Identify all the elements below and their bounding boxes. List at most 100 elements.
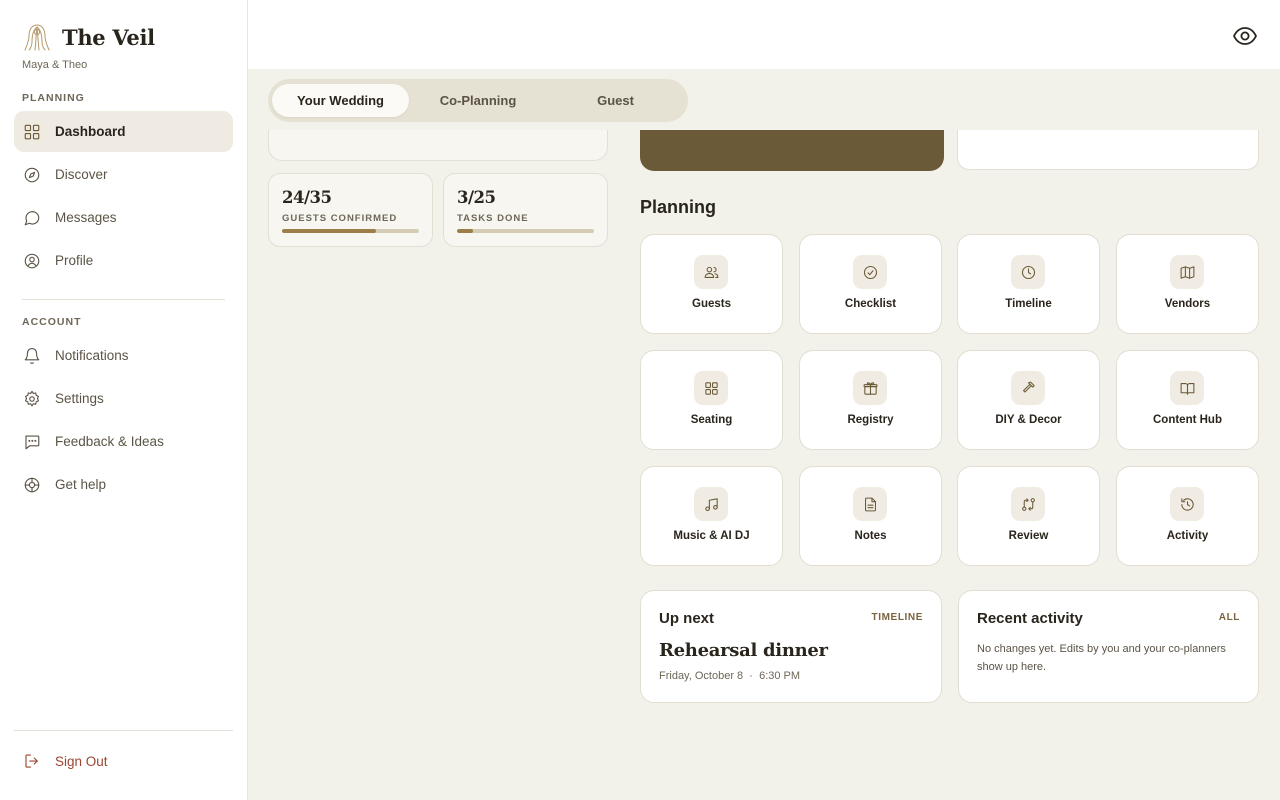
account-section-label: ACCOUNT [22, 316, 82, 328]
activity-empty-state: No changes yet. Edits by you and your co… [977, 643, 1226, 673]
tile-music-ai-dj[interactable]: Music & AI DJ [640, 466, 783, 566]
sidebar-item-get-help[interactable]: Get help [14, 464, 233, 505]
tile-checklist[interactable]: Checklist [799, 234, 942, 334]
message-icon [24, 210, 40, 225]
view-tabs: Your Wedding Co-Planning Guest [268, 79, 688, 122]
recent-activity-card: Recent activity ALL No changes yet. Edit… [958, 590, 1259, 703]
preview-eye-button[interactable] [1232, 24, 1258, 48]
top-bar [248, 0, 1280, 69]
tile-label: Checklist [844, 298, 897, 310]
tile-label: Review [1008, 530, 1049, 542]
git-compare-icon [1021, 497, 1035, 511]
brand-name: The Veil [62, 24, 155, 50]
tab-guest[interactable]: Guest [547, 84, 684, 117]
event-time: 6:30 PM [759, 670, 801, 682]
tile-label: DIY & Decor [995, 414, 1062, 426]
sidebar-item-label: Get help [55, 477, 107, 492]
sign-out-button[interactable]: Sign Out [14, 741, 108, 781]
sidebar-item-feedback[interactable]: Feedback & Ideas [14, 421, 233, 462]
tab-co-planning[interactable]: Co-Planning [409, 84, 547, 117]
progress-fill [457, 229, 474, 233]
sidebar-item-label: Messages [55, 210, 117, 225]
sidebar-item-label: Feedback & Ideas [55, 434, 164, 449]
progress-fill [282, 229, 376, 233]
clock-icon [1021, 265, 1035, 279]
up-next-title: Up next [659, 610, 715, 627]
history-icon [1180, 497, 1194, 511]
grid-icon [704, 381, 718, 395]
tile-label: Seating [690, 414, 733, 426]
event-date: Friday, October 8 [659, 670, 744, 682]
sidebar-item-discover[interactable]: Discover [14, 154, 233, 195]
music-icon [704, 497, 718, 511]
bell-icon [24, 347, 40, 364]
sidebar-item-label: Dashboard [55, 124, 126, 139]
progress-bar [457, 229, 594, 233]
tile-review[interactable]: Review [957, 466, 1100, 566]
eye-icon [1232, 27, 1258, 45]
tile-label: Guests [692, 298, 731, 310]
tile-activity[interactable]: Activity [1116, 466, 1259, 566]
chat-dots-icon [25, 434, 40, 449]
sidebar-item-label: Profile [55, 253, 94, 268]
logout-icon [25, 754, 38, 768]
sidebar-item-notifications[interactable]: Notifications [14, 335, 233, 376]
sidebar-item-settings[interactable]: Settings [14, 378, 233, 419]
event-name: Rehearsal dinner [659, 640, 828, 661]
users-icon [704, 266, 718, 278]
tile-notes[interactable]: Notes [799, 466, 942, 566]
sidebar-item-dashboard[interactable]: Dashboard [14, 111, 233, 152]
file-text-icon [864, 497, 876, 511]
tile-vendors[interactable]: Vendors [1116, 234, 1259, 334]
stat-value: 24/35 [282, 188, 332, 207]
tile-label: Notes [854, 530, 887, 542]
lifebuoy-icon [24, 477, 40, 492]
tile-label: Timeline [1005, 298, 1052, 310]
progress-bar [282, 229, 419, 233]
tile-label: Activity [1166, 530, 1209, 542]
compass-icon [24, 167, 40, 182]
overview-card [268, 130, 608, 161]
gift-icon [863, 381, 877, 395]
hero-banner-card [640, 130, 944, 171]
brand[interactable]: The Veil [22, 22, 155, 52]
stat-label: GUESTS CONFIRMED [282, 213, 398, 224]
recent-activity-title: Recent activity [977, 610, 1083, 627]
tile-seating[interactable]: Seating [640, 350, 783, 450]
user-circle-icon [24, 253, 40, 268]
sidebar-divider-bottom [14, 730, 233, 731]
tile-guests[interactable]: Guests [640, 234, 783, 334]
tile-timeline[interactable]: Timeline [957, 234, 1100, 334]
check-circle-icon [863, 265, 877, 279]
guests-confirmed-card[interactable]: 24/35 GUESTS CONFIRMED [268, 173, 433, 247]
tile-content-hub[interactable]: Content Hub [1116, 350, 1259, 450]
sidebar-item-messages[interactable]: Messages [14, 197, 233, 238]
sidebar-item-label: Discover [55, 167, 108, 182]
stat-value: 3/25 [457, 188, 496, 207]
countdown-card [957, 130, 1259, 170]
tile-label: Registry [847, 414, 894, 426]
sidebar-divider [22, 299, 225, 300]
tile-label: Vendors [1164, 298, 1211, 310]
tile-diy-decor[interactable]: DIY & Decor [957, 350, 1100, 450]
timeline-link[interactable]: TIMELINE [872, 612, 923, 623]
tile-registry[interactable]: Registry [799, 350, 942, 450]
planning-section-label: PLANNING [22, 92, 85, 104]
sidebar: The Veil Maya & Theo PLANNING Dashboard … [0, 0, 248, 800]
tile-label: Music & AI DJ [673, 530, 750, 542]
sidebar-item-label: Notifications [55, 348, 129, 363]
sidebar-item-profile[interactable]: Profile [14, 240, 233, 281]
stat-label: TASKS DONE [457, 213, 529, 224]
event-meta: Friday, October 8 · 6:30 PM [659, 670, 800, 682]
couple-names: Maya & Theo [22, 59, 88, 71]
sign-out-label: Sign Out [55, 753, 108, 769]
book-open-icon [1180, 382, 1194, 395]
gear-icon [25, 390, 39, 406]
up-next-card: Up next TIMELINE Rehearsal dinner Friday… [640, 590, 942, 703]
veil-logo-icon [22, 22, 52, 52]
tab-your-wedding[interactable]: Your Wedding [272, 84, 409, 117]
all-activity-link[interactable]: ALL [1219, 612, 1240, 623]
tasks-done-card[interactable]: 3/25 TASKS DONE [443, 173, 608, 247]
hammer-icon [1022, 381, 1035, 393]
sidebar-item-label: Settings [55, 391, 104, 406]
